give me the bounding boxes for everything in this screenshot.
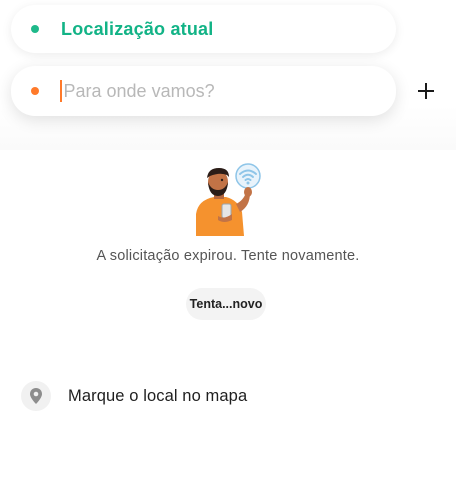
destination-field[interactable] [11, 66, 396, 116]
map-pin-glyph [30, 388, 42, 404]
ride-request-screen: Localização atual A [0, 0, 456, 500]
origin-dot-icon [31, 25, 39, 33]
error-message: A solicitação expirou. Tente novamente. [96, 248, 360, 264]
map-pin-icon [21, 381, 51, 411]
retry-button[interactable]: Tenta...novo [186, 288, 266, 320]
mark-on-map-label: Marque o local no mapa [68, 386, 248, 405]
mark-on-map-item[interactable]: Marque o local no mapa [0, 376, 456, 416]
plus-icon[interactable] [414, 79, 438, 103]
origin-label: Localização atual [61, 18, 214, 39]
text-cursor [60, 80, 62, 102]
origin-field[interactable]: Localização atual [11, 5, 396, 53]
destination-dot-icon [31, 87, 39, 95]
person-no-signal-illustration [196, 163, 261, 236]
destination-input[interactable] [63, 80, 364, 102]
route-panel: Localização atual [0, 0, 456, 150]
